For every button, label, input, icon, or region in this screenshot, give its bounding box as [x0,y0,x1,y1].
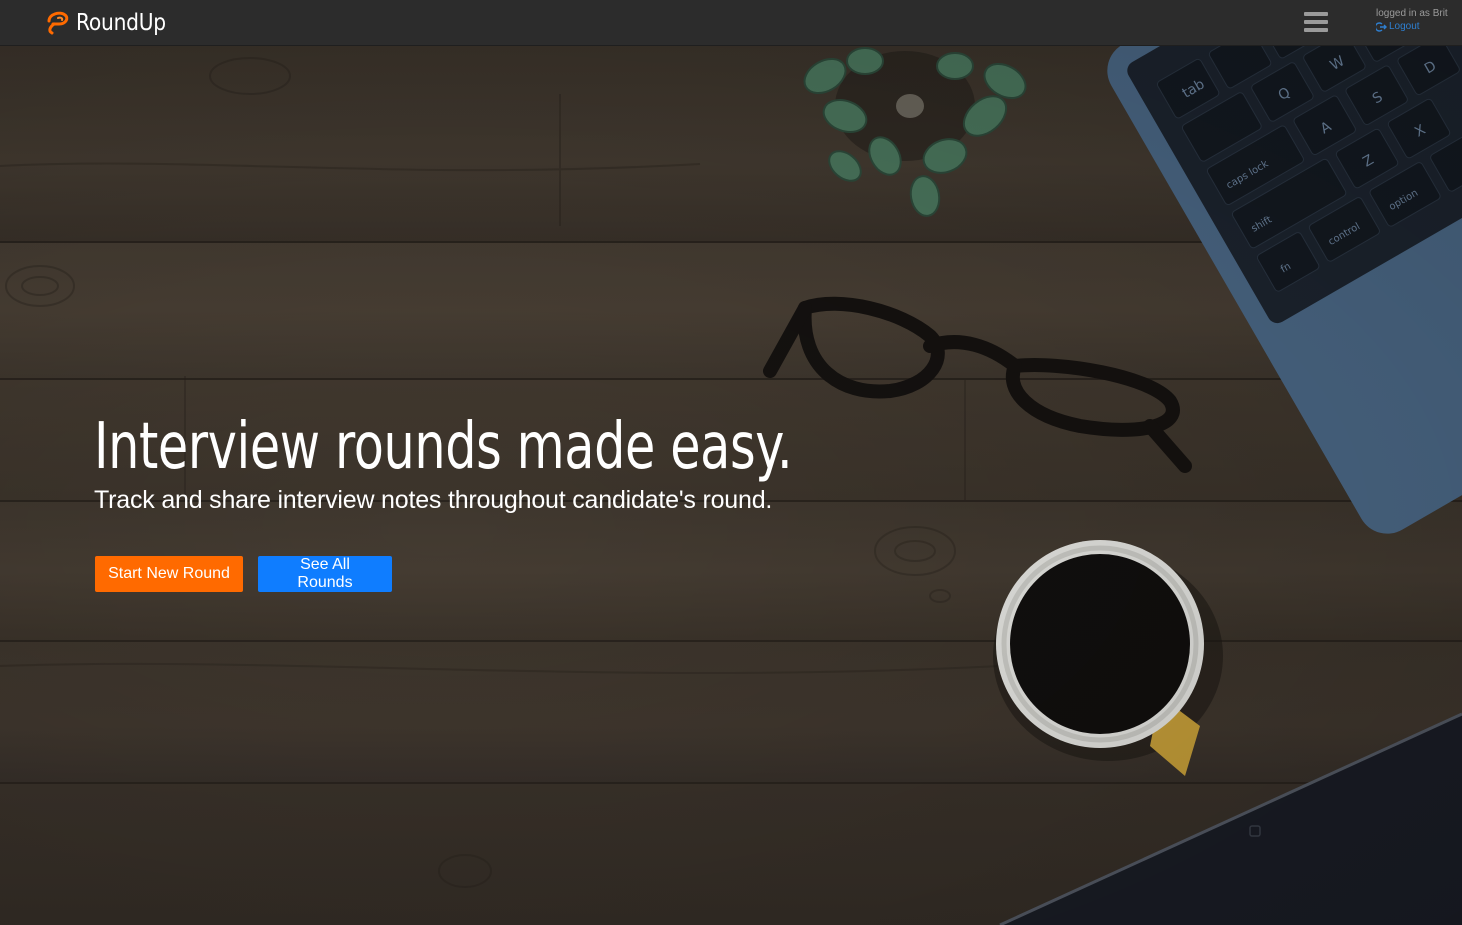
coffee-cup [993,540,1223,776]
hero-subtitle: Track and share interview notes througho… [94,486,773,514]
see-all-rounds-button[interactable]: See All Rounds [258,556,392,592]
hero-title: Interview rounds made easy. [94,410,793,484]
logout-link[interactable]: Logout [1376,20,1460,33]
hamburger-bar [1304,28,1328,32]
brand-name: RoundUp [76,10,166,36]
hamburger-bar [1304,20,1328,24]
logged-in-text: logged in as Brit [1376,8,1448,19]
hamburger-icon[interactable] [1304,10,1328,34]
logout-icon [1376,21,1387,32]
user-info: logged in as Brit Logout [1376,7,1460,33]
roundup-logo-icon [47,11,69,35]
hamburger-bar [1304,12,1328,16]
start-new-round-button[interactable]: Start New Round [95,556,243,592]
eyeglasses [763,296,1192,473]
logout-label: Logout [1389,21,1420,32]
plant [803,47,1027,217]
laptop: tab Q W E caps lock A S D shift Z X fn c… [1107,46,1462,534]
brand-link[interactable]: RoundUp [44,8,178,38]
top-navbar: RoundUp logged in as Brit Logout [0,0,1462,46]
